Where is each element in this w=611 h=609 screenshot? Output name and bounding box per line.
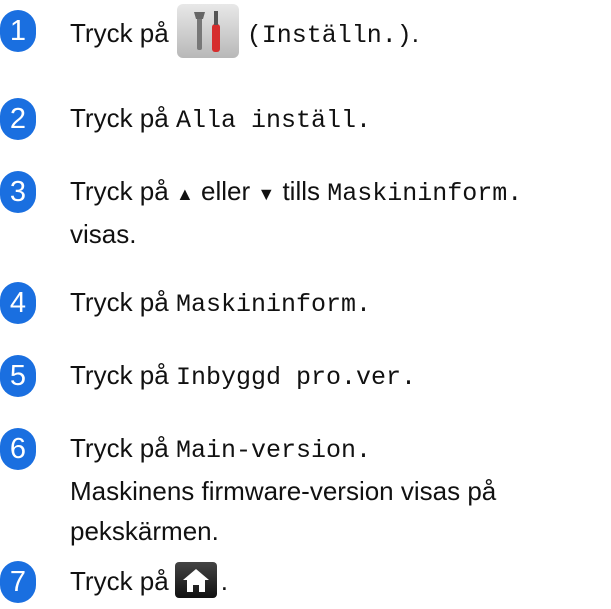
menu-name: (Inställn.)	[246, 21, 412, 50]
menu-name: Main-version.	[175, 436, 371, 465]
instruction-text: tills	[282, 176, 321, 206]
step-text: Tryck på Main-version. Maskinens firmwar…	[70, 428, 607, 551]
step-text: Tryck på ▲ eller ▼ tills Maskininform. v…	[70, 171, 607, 254]
step-number: 2	[0, 98, 36, 140]
menu-name: Inbyggd pro.ver.	[175, 363, 416, 392]
instruction-text: Tryck på	[70, 176, 169, 206]
instruction-text: eller	[201, 176, 251, 206]
menu-name: Maskininform.	[175, 290, 371, 319]
step-number: 3	[0, 171, 36, 213]
menu-name: Alla inställ.	[175, 106, 371, 135]
step-number: 6	[0, 428, 36, 470]
menu-name: Maskininform.	[327, 179, 523, 208]
step-number: 5	[0, 355, 36, 397]
step-text: Tryck på (Inställn.).	[70, 4, 607, 59]
step-text: Tryck på Maskininform.	[70, 282, 607, 325]
instruction-text: Tryck på	[70, 103, 169, 133]
instruction-text: Tryck på	[70, 287, 169, 317]
step-text: Tryck på Alla inställ.	[70, 98, 607, 141]
instruction-text: Tryck på	[70, 433, 169, 463]
step-number: 7	[0, 561, 36, 603]
down-arrow-icon: ▼	[257, 184, 276, 204]
instruction-text: Tryck på	[70, 566, 169, 596]
instruction-text: visas.	[70, 219, 137, 249]
step-number: 4	[0, 282, 36, 324]
instruction-text: Tryck på	[70, 360, 169, 390]
step-text: Tryck på .	[70, 561, 607, 601]
instruction-text: Maskinens firmware-version visas på	[70, 476, 497, 506]
instruction-text: pekskärmen.	[70, 516, 219, 546]
home-icon	[174, 562, 217, 599]
instruction-text: Tryck på	[70, 18, 169, 48]
step-text: Tryck på Inbyggd pro.ver.	[70, 355, 607, 398]
period: .	[220, 566, 228, 596]
settings-tools-icon	[176, 4, 239, 59]
step-number: 1	[0, 10, 36, 52]
period: .	[411, 18, 419, 48]
up-arrow-icon: ▲	[175, 184, 194, 204]
